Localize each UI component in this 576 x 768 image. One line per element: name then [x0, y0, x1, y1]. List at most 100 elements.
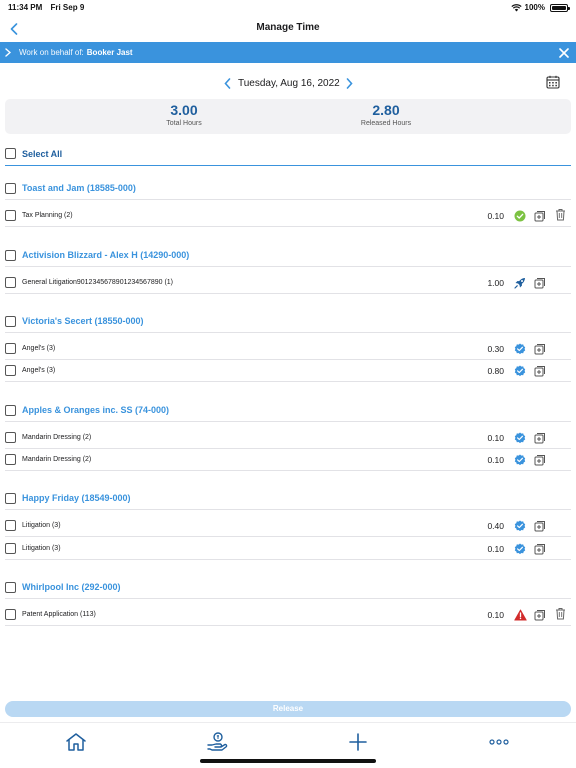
entry-checkbox[interactable]: [5, 343, 16, 354]
entry-checkbox[interactable]: [5, 520, 16, 531]
trash-icon[interactable]: [555, 208, 567, 222]
trash-icon[interactable]: [555, 607, 567, 621]
status-date: Fri Sep 9: [50, 3, 85, 12]
select-all-row: Select All: [5, 145, 571, 166]
verified-badge-icon: [513, 342, 527, 356]
behalf-close-button[interactable]: [557, 46, 570, 59]
check-green-icon: [513, 209, 527, 223]
group-name: Toast and Jam (18585-000): [22, 183, 136, 193]
group-header: Happy Friday (18549-000): [5, 488, 571, 510]
behalf-user-name: Booker Jast: [86, 48, 133, 57]
tab-add[interactable]: [346, 730, 370, 754]
copy-entry-icon[interactable]: [534, 431, 547, 444]
rocket-icon: [513, 276, 527, 290]
close-icon: [558, 47, 569, 58]
group-checkbox[interactable]: [5, 316, 16, 327]
battery-percent: 100%: [524, 3, 545, 12]
entry-name: Mandarin Dressing (2): [22, 434, 92, 441]
entry-checkbox[interactable]: [5, 609, 16, 620]
entry-name: Angel's (3): [22, 345, 56, 352]
plus-icon: [349, 733, 367, 751]
group-header: Apples & Oranges inc. SS (74-000): [5, 400, 571, 422]
entry-checkbox[interactable]: [5, 543, 16, 554]
entry-checkbox[interactable]: [5, 210, 16, 221]
select-all-label: Select All: [22, 149, 63, 159]
total-hours-label: Total Hours: [166, 120, 202, 127]
behalf-bar[interactable]: Work on behalf of: Booker Jast: [0, 42, 576, 63]
entry-hours: 0.30: [487, 344, 504, 354]
time-entry-row[interactable]: Litigation (3) 0.10: [5, 538, 571, 560]
date-navigator: Tuesday, Aug 16, 2022: [0, 72, 576, 94]
entry-hours: 0.10: [487, 433, 504, 443]
entry-name: General Litigation9012345678901234567890…: [22, 279, 174, 286]
warning-triangle-icon: [513, 608, 527, 622]
chevron-right-icon: [346, 77, 353, 89]
entry-checkbox[interactable]: [5, 277, 16, 288]
chevron-right-icon: [5, 46, 15, 60]
group-checkbox[interactable]: [5, 405, 16, 416]
entry-name: Litigation (3): [22, 545, 61, 552]
behalf-label: Work on behalf of:: [19, 48, 84, 57]
entry-hours: 0.10: [487, 610, 504, 620]
calendar-icon: [546, 75, 560, 89]
time-entry-row[interactable]: Angel's (3) 0.30: [5, 338, 571, 360]
time-entry-row[interactable]: General Litigation9012345678901234567890…: [5, 272, 571, 294]
copy-entry-icon[interactable]: [534, 608, 547, 621]
status-time: 11:34 PM: [8, 3, 43, 12]
entry-checkbox[interactable]: [5, 365, 16, 376]
group-checkbox[interactable]: [5, 493, 16, 504]
copy-entry-icon[interactable]: [534, 519, 547, 532]
group-header: Whirlpool Inc (292-000): [5, 577, 571, 599]
hand-coin-icon: [207, 732, 228, 751]
totals-panel: 3.00 Total Hours 2.80 Released Hours: [5, 99, 571, 134]
released-hours-block: 2.80 Released Hours: [311, 101, 461, 127]
tab-more[interactable]: [487, 730, 511, 754]
more-icon: [489, 739, 509, 745]
total-hours-value: 3.00: [170, 102, 198, 118]
copy-entry-icon[interactable]: [534, 453, 547, 466]
entry-hours: 0.40: [487, 521, 504, 531]
current-date: Tuesday, Aug 16, 2022: [238, 78, 340, 89]
nav-bar: Manage Time: [0, 16, 576, 42]
select-all-checkbox[interactable]: [5, 148, 16, 159]
entry-checkbox[interactable]: [5, 432, 16, 443]
copy-entry-icon[interactable]: [534, 542, 547, 555]
entry-name: Patent Application (113): [22, 611, 96, 618]
time-entry-row[interactable]: Patent Application (113) 0.10: [5, 604, 571, 626]
calendar-button[interactable]: [546, 75, 562, 91]
copy-entry-icon[interactable]: [534, 364, 547, 377]
page-title: Manage Time: [256, 22, 320, 33]
time-entry-row[interactable]: Tax Planning (2) 0.10: [5, 205, 571, 227]
group-name: Happy Friday (18549-000): [22, 493, 131, 503]
entry-hours: 0.10: [487, 544, 504, 554]
copy-entry-icon[interactable]: [534, 342, 547, 355]
tab-billing[interactable]: [205, 730, 229, 754]
group-checkbox[interactable]: [5, 250, 16, 261]
tab-home[interactable]: [64, 730, 88, 754]
group-checkbox[interactable]: [5, 183, 16, 194]
next-day-button[interactable]: [342, 75, 356, 91]
status-right: 100%: [510, 3, 570, 12]
release-button[interactable]: Release: [5, 701, 571, 717]
entry-name: Litigation (3): [22, 522, 61, 529]
entry-name: Angel's (3): [22, 367, 56, 374]
time-entry-row[interactable]: Litigation (3) 0.40: [5, 515, 571, 537]
total-hours-block: 3.00 Total Hours: [109, 101, 259, 127]
verified-badge-icon: [513, 453, 527, 467]
copy-entry-icon[interactable]: [534, 276, 547, 289]
time-entry-row[interactable]: Angel's (3) 0.80: [5, 360, 571, 382]
released-hours-label: Released Hours: [360, 120, 412, 127]
time-entry-row[interactable]: Mandarin Dressing (2) 0.10: [5, 449, 571, 471]
previous-day-button[interactable]: [220, 75, 234, 91]
verified-badge-icon: [513, 519, 527, 533]
chevron-left-icon: [223, 77, 230, 89]
entry-hours: 0.10: [487, 455, 504, 465]
entry-checkbox[interactable]: [5, 454, 16, 465]
wifi-icon: [510, 3, 522, 11]
copy-entry-icon[interactable]: [534, 209, 547, 222]
entry-hours: 0.80: [487, 366, 504, 376]
time-entry-row[interactable]: Mandarin Dressing (2) 0.10: [5, 427, 571, 449]
entry-hours: 1.00: [487, 278, 504, 288]
group-checkbox[interactable]: [5, 582, 16, 593]
home-indicator: [200, 759, 376, 763]
